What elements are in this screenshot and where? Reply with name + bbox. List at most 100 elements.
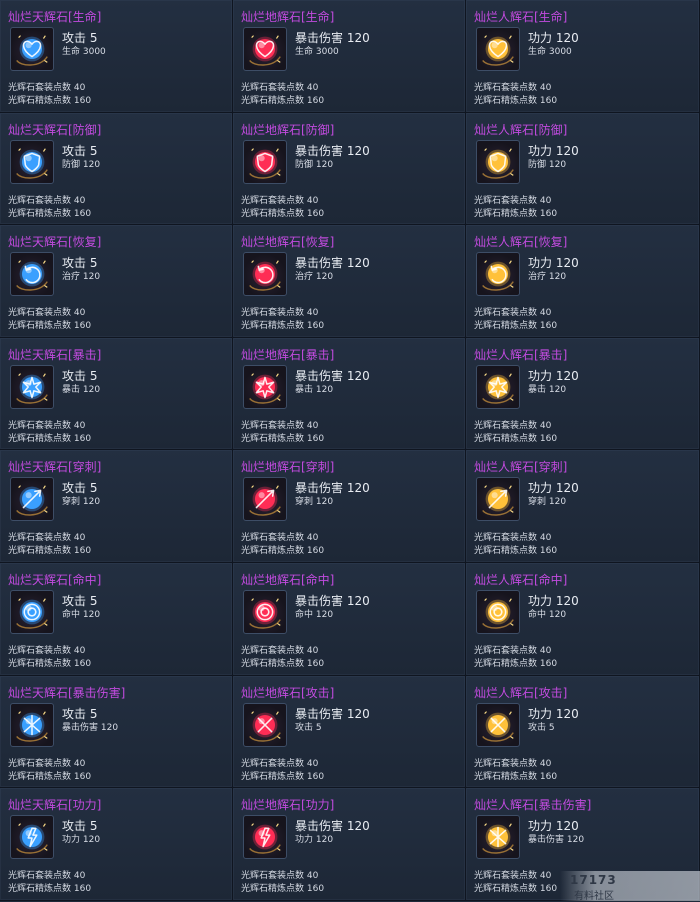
gem-title: 灿烂地辉石[命中] [241, 572, 335, 587]
refine-points: 光辉石精炼点数 160 [241, 96, 325, 106]
gem-title: 灿烂地辉石[穿刺] [241, 460, 335, 475]
gem-card[interactable]: 灿烂人辉石[穿刺] 功力 120 穿刺 120 光辉石套装点数 40 光辉石精炼点数 1… [466, 450, 700, 563]
gem-card[interactable]: 灿烂人辉石[命中] 功力 120 命中 120 光辉石套装点数 40 光辉石精炼点数 1… [466, 562, 700, 676]
gem-item-slot[interactable] [10, 815, 54, 860]
refine-points: 光辉石精炼点数 160 [241, 208, 325, 219]
gem-title: 灿烂人辉石[暴击伤害] [474, 798, 592, 813]
set-points: 光辉石套装点数 40 [474, 308, 552, 319]
secondary-stat: 功力 120 [62, 835, 101, 846]
gem-title: 灿烂人辉石[穿刺] [474, 460, 568, 475]
set-points: 光辉石套装点数 40 [241, 645, 319, 656]
pierce-icon [16, 485, 48, 517]
set-points: 光辉石套装点数 40 [474, 645, 552, 656]
gem-card[interactable]: 灿烂天辉石[暴击伤害] 攻击 5 暴击伤害 120 光辉石套装点数 40 光辉石精炼点数… [0, 675, 233, 789]
recovery-icon [16, 260, 48, 291]
set-points: 光辉石套装点数 40 [8, 758, 86, 769]
gem-item-slot[interactable] [476, 477, 520, 522]
gem-item-slot[interactable] [243, 815, 287, 860]
site-watermark: 17173 有料社区 [560, 871, 700, 902]
gem-card[interactable]: 灿烂天辉石[生命] 攻击 5 生命 3000 光辉石套装点数 40 光辉石精炼点数 16… [0, 0, 233, 113]
watermark-subtitle: 有料社区 [574, 891, 614, 902]
gem-item-slot[interactable] [243, 27, 287, 71]
gem-item-slot[interactable] [243, 702, 287, 747]
set-points: 光辉石套装点数 40 [241, 420, 319, 431]
gem-card[interactable]: 灿烂人辉石[恢复] 功力 120 治疗 120 光辉石套装点数 40 光辉石精炼点数 1… [466, 225, 700, 338]
gem-card[interactable]: 灿烂天辉石[恢复] 攻击 5 治疗 120 光辉石套装点数 40 光辉石精炼点数 160 [0, 225, 233, 338]
gem-item-slot[interactable] [10, 27, 54, 71]
gem-item-slot[interactable] [476, 815, 520, 860]
gem-card[interactable]: 灿烂人辉石[攻击] 功力 120 攻击 5 光辉石套装点数 40 光辉石精炼点数 160 [466, 675, 700, 789]
refine-points: 光辉石精炼点数 160 [241, 658, 325, 669]
gem-card[interactable]: 灿烂地辉石[恢复] 暴击伤害 120 治疗 120 光辉石套装点数 40 光辉石精炼点数… [233, 225, 466, 338]
refine-points: 光辉石精炼点数 160 [241, 321, 325, 332]
gem-card[interactable]: 灿烂地辉石[命中] 暴击伤害 120 命中 120 光辉石套装点数 40 光辉石精炼点数… [233, 562, 466, 676]
gem-item-slot[interactable] [476, 252, 520, 297]
gem-card[interactable]: 灿烂天辉石[暴击] 攻击 5 暴击 120 光辉石套装点数 40 光辉石精炼点数 160 [0, 337, 233, 451]
attack-icon [249, 710, 281, 742]
gem-item-slot[interactable] [476, 589, 520, 634]
gem-card[interactable]: 灿烂人辉石[生命] 功力 120 生命 3000 光辉石套装点数 40 光辉石精炼点数 … [466, 0, 700, 113]
secondary-stat: 攻击 5 [528, 722, 555, 733]
gem-card[interactable]: 灿烂人辉石[暴击] 功力 120 暴击 120 光辉石套装点数 40 光辉石精炼点数 1… [466, 337, 700, 451]
gem-card[interactable]: 灿烂地辉石[功力] 暴击伤害 120 功力 120 光辉石套装点数 40 光辉石精炼点数… [233, 788, 466, 901]
crit-damage-icon [16, 710, 48, 742]
gem-item-slot[interactable] [476, 702, 520, 747]
gem-item-slot[interactable] [243, 477, 287, 522]
refine-points: 光辉石精炼点数 160 [8, 321, 92, 332]
gem-card[interactable]: 灿烂天辉石[防御] 攻击 5 防御 120 光辉石套装点数 40 光辉石精炼点数 160 [0, 112, 233, 226]
gem-title: 灿烂天辉石[生命] [8, 10, 102, 24]
set-points: 光辉石套装点数 40 [241, 195, 319, 206]
refine-points: 光辉石精炼点数 160 [474, 433, 558, 444]
gem-title: 灿烂人辉石[暴击] [474, 347, 568, 362]
refine-points: 光辉石精炼点数 160 [474, 658, 558, 669]
gem-card[interactable]: 灿烂地辉石[暴击] 暴击伤害 120 暴击 120 光辉石套装点数 40 光辉石精炼点数… [233, 337, 466, 451]
pierce-icon [249, 485, 281, 517]
gem-item-slot[interactable] [243, 589, 287, 634]
refine-points: 光辉石精炼点数 160 [8, 96, 92, 106]
set-points: 光辉石套装点数 40 [8, 420, 86, 431]
gem-card[interactable]: 灿烂地辉石[穿刺] 暴击伤害 120 穿刺 120 光辉石套装点数 40 光辉石精炼点数… [233, 450, 466, 563]
gem-item-slot[interactable] [243, 252, 287, 297]
gem-title: 灿烂天辉石[穿刺] [8, 460, 102, 475]
gem-item-slot[interactable] [243, 364, 287, 409]
gem-item-slot[interactable] [10, 702, 54, 747]
gem-card[interactable]: 灿烂地辉石[攻击] 暴击伤害 120 攻击 5 光辉石套装点数 40 光辉石精炼点数 1… [233, 675, 466, 789]
gem-card[interactable]: 灿烂天辉石[穿刺] 攻击 5 穿刺 120 光辉石套装点数 40 光辉石精炼点数 160 [0, 450, 233, 563]
set-points: 光辉石套装点数 40 [474, 83, 552, 93]
gem-item-slot[interactable] [476, 27, 520, 71]
refine-points: 光辉石精炼点数 160 [241, 884, 325, 895]
gem-title: 灿烂天辉石[命中] [8, 572, 102, 587]
gem-grid: 灿烂天辉石[生命] 攻击 5 生命 3000 光辉石套装点数 40 光辉石精炼点数 16… [0, 0, 700, 901]
gem-item-slot[interactable] [243, 139, 287, 184]
recovery-icon [249, 260, 281, 291]
gem-card[interactable]: 灿烂天辉石[功力] 攻击 5 功力 120 光辉石套装点数 40 光辉石精炼点数 160 [0, 788, 233, 901]
refine-points: 光辉石精炼点数 160 [8, 208, 92, 219]
gem-card[interactable]: 灿烂地辉石[防御] 暴击伤害 120 防御 120 光辉石套装点数 40 光辉石精炼点数… [233, 112, 466, 226]
gem-card[interactable]: 灿烂天辉石[命中] 攻击 5 命中 120 光辉石套装点数 40 光辉石精炼点数 160 [0, 562, 233, 676]
gem-card[interactable]: 灿烂人辉石[防御] 功力 120 防御 120 光辉石套装点数 40 光辉石精炼点数 1… [466, 112, 700, 226]
burst-icon [16, 373, 48, 404]
gem-item-slot[interactable] [476, 139, 520, 184]
refine-points: 光辉石精炼点数 160 [474, 208, 558, 219]
set-points: 光辉石套装点数 40 [474, 758, 552, 769]
shield-icon [16, 147, 48, 179]
secondary-stat: 穿刺 120 [295, 497, 334, 508]
heart-icon [16, 35, 48, 66]
gem-title: 灿烂人辉石[攻击] [474, 685, 568, 700]
gem-item-slot[interactable] [10, 252, 54, 297]
gem-title: 灿烂地辉石[暴击] [241, 347, 335, 362]
gem-item-slot[interactable] [10, 477, 54, 522]
refine-points: 光辉石精炼点数 160 [474, 321, 558, 332]
gem-item-slot[interactable] [10, 364, 54, 409]
gem-item-slot[interactable] [10, 139, 54, 184]
gem-item-slot[interactable] [10, 589, 54, 634]
set-points: 光辉石套装点数 40 [474, 871, 552, 882]
set-points: 光辉石套装点数 40 [8, 645, 86, 656]
power-icon [249, 823, 281, 854]
gem-title: 灿烂人辉石[生命] [474, 10, 568, 24]
gem-item-slot[interactable] [476, 364, 520, 409]
secondary-stat: 防御 120 [62, 159, 101, 170]
refine-points: 光辉石精炼点数 160 [8, 771, 92, 782]
set-points: 光辉石套装点数 40 [241, 871, 319, 882]
gem-card[interactable]: 灿烂地辉石[生命] 暴击伤害 120 生命 3000 光辉石套装点数 40 光辉石精炼点… [233, 0, 466, 113]
